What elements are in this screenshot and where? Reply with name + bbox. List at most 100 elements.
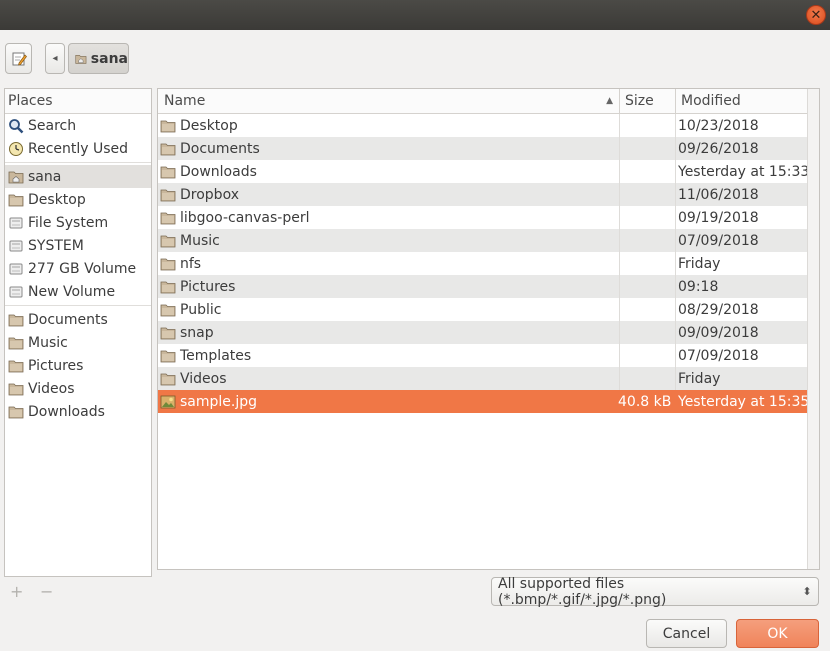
remove-bookmark-button[interactable]: − xyxy=(40,582,53,601)
file-row[interactable]: Downloads Yesterday at 15:33 xyxy=(158,160,809,183)
column-size-header[interactable]: Size xyxy=(619,89,675,113)
places-item-icon xyxy=(8,215,24,231)
places-item-recently-used[interactable]: Recently Used xyxy=(5,137,151,160)
places-item-search[interactable]: Search xyxy=(5,114,151,137)
places-item-desktop[interactable]: Desktop xyxy=(5,188,151,211)
folder-icon xyxy=(160,166,176,178)
column-divider xyxy=(619,114,620,137)
column-name-header[interactable]: Name ▲ xyxy=(158,93,619,109)
ok-button[interactable]: OK xyxy=(736,619,819,648)
places-item-icon xyxy=(8,169,24,185)
column-divider xyxy=(619,206,620,229)
column-modified-header[interactable]: Modified xyxy=(675,89,807,113)
file-row[interactable]: Documents 09/26/2018 xyxy=(158,137,807,160)
file-modified: 10/23/2018 xyxy=(678,117,759,134)
places-item-label: Search xyxy=(28,117,77,134)
file-name: libgoo-canvas-perl xyxy=(180,209,310,226)
file-row[interactable]: Dropbox 11/06/2018 xyxy=(158,183,807,206)
file-row[interactable]: Templates 07/09/2018 xyxy=(158,344,807,367)
drive-icon xyxy=(9,263,23,274)
column-divider xyxy=(675,252,676,275)
places-item-icon xyxy=(8,238,24,254)
file-name-cell: snap xyxy=(158,325,618,341)
places-item-icon xyxy=(8,335,24,351)
file-modified: 09/19/2018 xyxy=(678,209,759,226)
chevron-left-icon: ◂ xyxy=(52,53,58,64)
file-row[interactable]: Public 08/29/2018 xyxy=(158,298,807,321)
places-item-sana[interactable]: sana xyxy=(5,165,151,188)
file-icon xyxy=(160,141,176,157)
places-item-icon xyxy=(8,284,24,300)
breadcrumb-home[interactable]: sana xyxy=(68,43,129,74)
folder-icon xyxy=(160,373,176,385)
file-modified: 08/29/2018 xyxy=(678,301,759,318)
file-row[interactable]: sample.jpg 40.8 kB Yesterday at 15:35 xyxy=(158,390,809,413)
file-type-filter[interactable]: All supported files (*.bmp/*.gif/*.jpg/*… xyxy=(491,576,819,608)
file-icon xyxy=(160,371,176,387)
places-item-label: Desktop xyxy=(28,191,86,208)
file-row[interactable]: libgoo-canvas-perl 09/19/2018 xyxy=(158,206,807,229)
column-divider xyxy=(675,367,676,390)
places-item-label: Music xyxy=(28,334,68,351)
places-item-277-gb-volume[interactable]: 277 GB Volume xyxy=(5,257,151,280)
type-location-button[interactable] xyxy=(5,43,32,74)
file-icon xyxy=(160,164,176,180)
drive-icon xyxy=(9,286,23,297)
file-name: Pictures xyxy=(180,278,236,295)
drive-icon xyxy=(9,217,23,228)
folder-icon xyxy=(8,383,24,395)
file-modified: 07/09/2018 xyxy=(678,232,759,249)
file-icon xyxy=(160,118,176,134)
file-row[interactable]: Videos Friday xyxy=(158,367,807,390)
column-divider xyxy=(675,206,676,229)
close-window-button[interactable]: ✕ xyxy=(806,5,826,25)
places-item-downloads[interactable]: Downloads xyxy=(5,400,151,423)
sort-ascending-icon: ▲ xyxy=(606,96,613,106)
places-item-icon xyxy=(8,312,24,328)
file-name: Desktop xyxy=(180,117,238,134)
add-bookmark-button[interactable]: + xyxy=(10,582,23,601)
file-name: Videos xyxy=(180,370,227,387)
column-divider xyxy=(619,275,620,298)
folder-icon xyxy=(160,143,176,155)
places-item-system[interactable]: SYSTEM xyxy=(5,234,151,257)
file-name-cell: Documents xyxy=(158,141,618,157)
file-modified: Friday xyxy=(678,255,721,272)
folder-icon xyxy=(160,327,176,339)
places-item-icon xyxy=(8,261,24,277)
file-row[interactable]: snap 09/09/2018 xyxy=(158,321,807,344)
places-item-new-volume[interactable]: New Volume xyxy=(5,280,151,303)
folder-icon xyxy=(8,194,24,206)
places-item-label: Pictures xyxy=(28,357,84,374)
places-item-icon xyxy=(8,404,24,420)
column-divider xyxy=(619,367,620,390)
places-item-music[interactable]: Music xyxy=(5,331,151,354)
column-divider xyxy=(619,344,620,367)
column-divider xyxy=(619,137,620,160)
column-name-label: Name xyxy=(164,93,206,109)
file-size: 40.8 kB xyxy=(618,393,672,410)
cancel-button[interactable]: Cancel xyxy=(646,619,727,648)
places-item-documents[interactable]: Documents xyxy=(5,308,151,331)
places-item-videos[interactable]: Videos xyxy=(5,377,151,400)
search-icon xyxy=(9,118,24,133)
file-row[interactable]: Music 07/09/2018 xyxy=(158,229,807,252)
places-sidebar: Places Search Recently Used sana Desktop Fil… xyxy=(4,88,152,577)
file-row[interactable]: nfs Friday xyxy=(158,252,807,275)
folder-icon xyxy=(160,350,176,362)
back-button[interactable]: ◂ xyxy=(45,43,65,74)
file-row[interactable]: Desktop 10/23/2018 xyxy=(158,114,807,137)
places-item-pictures[interactable]: Pictures xyxy=(5,354,151,377)
file-row[interactable]: Pictures 09:18 xyxy=(158,275,807,298)
file-name: Public xyxy=(180,301,222,318)
places-item-icon xyxy=(8,192,24,208)
places-item-file-system[interactable]: File System xyxy=(5,211,151,234)
places-header-label: Places xyxy=(8,93,53,109)
file-name-cell: Templates xyxy=(158,348,618,364)
file-icon xyxy=(160,256,176,272)
file-icon xyxy=(160,187,176,203)
column-divider xyxy=(619,252,620,275)
file-icon xyxy=(160,394,176,410)
file-list-scrollbar[interactable] xyxy=(807,89,819,569)
column-divider xyxy=(675,114,676,137)
